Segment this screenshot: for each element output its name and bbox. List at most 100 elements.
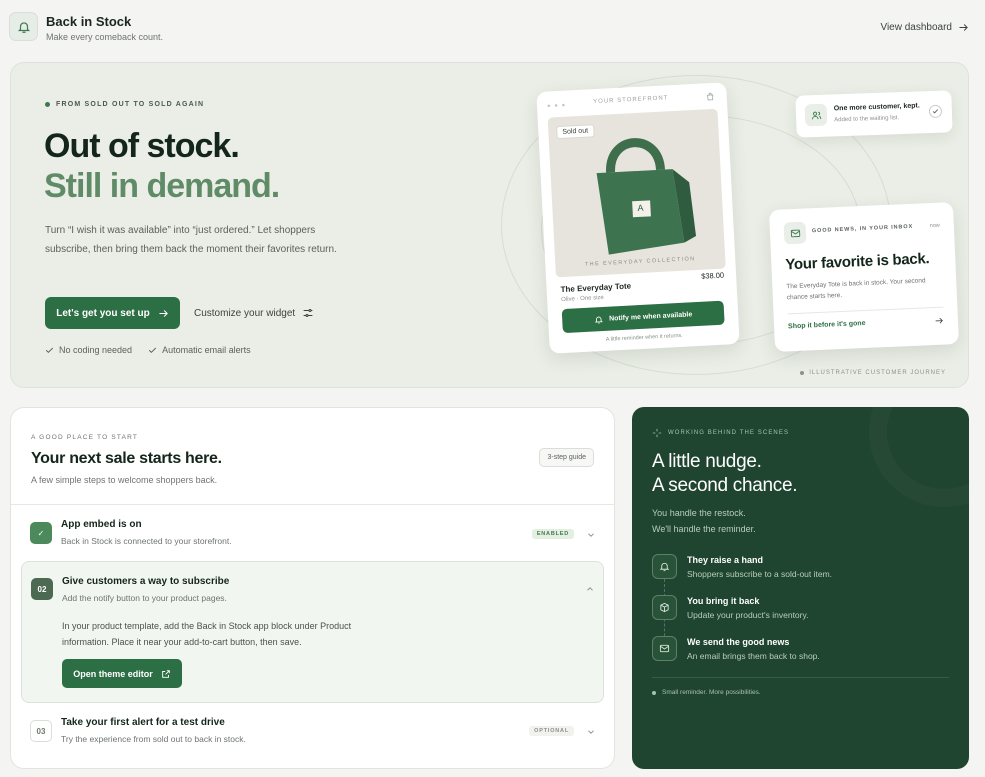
get-set-up-label: Let's get you set up [56,307,150,319]
product-name: The Everyday Tote [560,281,632,295]
product-variant: Olive · One size [561,294,604,304]
behind-footer-text: Small reminder. More possibilities. [662,689,761,696]
timeline-desc: An email brings them back to shop. [687,651,820,661]
hero-eyebrow: FROM SOLD OUT TO SOLD AGAIN [45,101,204,108]
arrow-right-icon [935,317,943,324]
notification-subtitle: Added to the waiting list. [834,115,900,124]
illustrative-note: ILLUSTRATIVE CUSTOMER JOURNEY [800,370,946,376]
setup-step-app-embed[interactable]: ✓ App embed is on Back in Stock is conne… [21,512,604,558]
email-icon-box [783,221,807,245]
step-number: 03 [36,726,46,736]
arrow-right-icon [159,309,168,317]
optional-badge: OPTIONAL [529,726,574,736]
step-description: Back in Stock is connected to your store… [61,536,232,546]
email-time: now [929,222,940,230]
check-circle-icon [928,104,943,119]
mail-icon [790,229,800,237]
mail-icon [659,644,670,653]
chevron-up-icon[interactable] [585,584,595,594]
hero-description: Turn “I wish it was available” into “jus… [45,225,337,255]
behind-headline-2: A second chance. [652,475,798,496]
timeline-title: You bring it back [687,596,760,606]
setup-step-subscribe[interactable]: 02 Give customers a way to subscribe Add… [21,561,604,703]
notify-me-button[interactable]: Notify me when available [561,300,725,334]
setup-eyebrow: A GOOD PLACE TO START [31,434,139,441]
step-complete-badge: ✓ [30,522,52,544]
chevron-down-icon[interactable] [586,530,596,540]
window-dots: ● ● ● [546,102,567,110]
step-guide-badge: 3-step guide [539,448,594,467]
hero-section: FROM SOLD OUT TO SOLD AGAIN Out of stock… [10,62,969,388]
step-number-badge: 03 [30,720,52,742]
product-price: $38.00 [700,270,725,281]
notification-title: One more customer, kept. [833,102,920,113]
behind-eyebrow: WORKING BEHIND THE SCENES [652,428,789,438]
divider [787,306,944,315]
storefront-preview-card: ● ● ● YOUR STOREFRONT Sold out A THE EVE… [536,82,740,354]
sliders-icon [303,309,313,317]
check-icon [46,347,53,353]
box-icon [660,602,669,613]
step-description: Add the notify button to your product pa… [62,593,227,603]
check-item-label: Automatic email alerts [162,345,251,355]
waitlist-notification-card: One more customer, kept. Added to the wa… [795,90,953,138]
note-dot [800,371,805,375]
app-header: Back in Stock Make every comeback count.… [9,12,969,44]
open-theme-editor-button[interactable]: Open theme editor [62,659,182,688]
eyebrow-dot [45,102,50,107]
behind-sub-1: You handle the restock. [652,508,746,518]
app-subtitle: Make every comeback count. [46,32,164,42]
step-number-badge: 02 [31,578,53,600]
behind-footer: Small reminder. More possibilities. [652,689,761,696]
step-description: Try the experience from sold out to back… [61,734,246,744]
bell-icon [17,21,30,33]
external-link-icon [161,669,170,678]
timeline-icon-box [652,554,677,579]
open-theme-editor-label: Open theme editor [73,668,153,679]
decorative-ring [869,407,969,507]
shopping-bag-icon [707,92,714,101]
step-instructions: In your product template, add the Back i… [62,621,352,647]
timeline-icon-box [652,636,677,661]
hero-headline-2: Still in demand. [44,167,280,205]
app-logo [9,12,38,41]
illustrative-note-text: ILLUSTRATIVE CUSTOMER JOURNEY [809,370,946,376]
divider [11,504,614,505]
enabled-badge: ENABLED [531,529,574,539]
email-eyebrow: GOOD NEWS, IN YOUR INBOX [811,223,914,235]
bell-icon [659,562,670,572]
timeline-title: They raise a hand [687,555,764,565]
setup-subtitle: A few simple steps to welcome shoppers b… [31,475,218,485]
email-body: The Everyday Tote is back in stock. Your… [786,277,926,302]
step-title: Give customers a way to subscribe [62,576,230,587]
check-icon [932,109,939,114]
sparkle-icon [652,428,662,438]
view-dashboard-link[interactable]: View dashboard [880,22,969,33]
storefront-label: YOUR STOREFRONT [593,95,669,106]
divider [652,677,949,678]
product-image: Sold out A THE EVERYDAY COLLECTION [547,108,726,278]
notify-me-label: Notify me when available [608,310,693,323]
hero-checks: No coding needed Automatic email alerts [45,345,251,355]
check-item: Automatic email alerts [148,345,251,355]
bag-letter: A [637,202,644,214]
tote-bag-illustration [596,138,697,255]
users-icon [811,111,821,119]
notification-icon-box [804,103,828,127]
timeline-title: We send the good news [687,637,790,647]
customize-widget-button[interactable]: Customize your widget [194,307,314,319]
chevron-down-icon[interactable] [586,727,596,737]
get-set-up-button[interactable]: Let's get you set up [45,297,180,329]
step-title: Take your first alert for a test drive [61,717,225,728]
step-number: 02 [37,584,47,594]
step-number: ✓ [37,528,45,538]
timeline-icon-box [652,595,677,620]
footer-dot [652,690,656,695]
view-dashboard-label: View dashboard [880,22,952,33]
shop-it-link[interactable]: Shop it before it's gone [788,320,866,330]
setup-step-test-alert[interactable]: 03 Take your first alert for a test driv… [21,710,604,756]
step-title: App embed is on [61,519,142,530]
timeline-desc: Shoppers subscribe to a sold-out item. [687,569,833,579]
email-title: Your favorite is back. [785,250,930,274]
bell-icon [594,316,603,324]
